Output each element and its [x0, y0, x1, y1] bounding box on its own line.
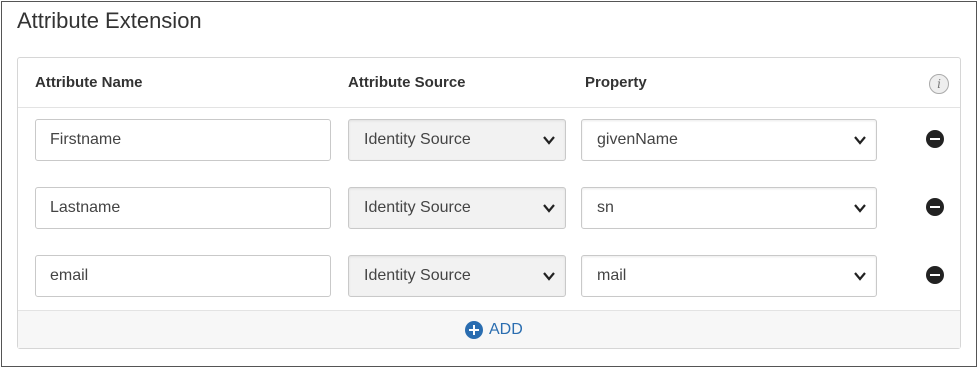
chevron-down-icon — [543, 136, 555, 145]
header-attribute-source: Attribute Source — [348, 74, 466, 91]
property-select[interactable]: mail — [581, 255, 877, 297]
info-icon[interactable]: i — [929, 74, 949, 94]
remove-row-icon[interactable] — [926, 266, 944, 284]
section-title: Attribute Extension — [17, 8, 202, 33]
table-footer: ADD — [18, 310, 960, 348]
attribute-source-value: Identity Source — [364, 131, 471, 148]
attribute-table: Attribute Name Attribute Source Property… — [17, 57, 961, 349]
attribute-name-input[interactable] — [35, 187, 331, 229]
attribute-source-value: Identity Source — [364, 267, 471, 284]
chevron-down-icon — [543, 204, 555, 213]
header-attribute-name: Attribute Name — [35, 74, 143, 91]
chevron-down-icon — [854, 272, 866, 281]
remove-row-icon[interactable] — [926, 198, 944, 216]
attribute-extension-section: Attribute Extension Attribute Name Attri… — [1, 1, 977, 367]
chevron-down-icon — [854, 136, 866, 145]
remove-row-icon[interactable] — [926, 130, 944, 148]
attribute-source-select[interactable]: Identity Source — [348, 255, 566, 297]
property-select[interactable]: sn — [581, 187, 877, 229]
table-row: Identity Source sn — [18, 187, 960, 231]
attribute-source-select[interactable]: Identity Source — [348, 187, 566, 229]
header-property: Property — [585, 74, 647, 91]
property-value: sn — [597, 199, 614, 216]
attribute-name-input[interactable] — [35, 119, 331, 161]
add-row-button[interactable]: ADD — [465, 319, 523, 341]
attribute-source-select[interactable]: Identity Source — [348, 119, 566, 161]
table-row: Identity Source givenName — [18, 119, 960, 163]
table-row: Identity Source mail — [18, 255, 960, 299]
chevron-down-icon — [543, 272, 555, 281]
add-row-label: ADD — [489, 321, 523, 338]
property-value: mail — [597, 267, 627, 284]
property-select[interactable]: givenName — [581, 119, 877, 161]
table-header: Attribute Name Attribute Source Property… — [18, 58, 960, 108]
property-value: givenName — [597, 131, 678, 148]
attribute-name-input[interactable] — [35, 255, 331, 297]
attribute-source-value: Identity Source — [364, 199, 471, 216]
plus-circle-icon — [465, 321, 483, 339]
chevron-down-icon — [854, 204, 866, 213]
